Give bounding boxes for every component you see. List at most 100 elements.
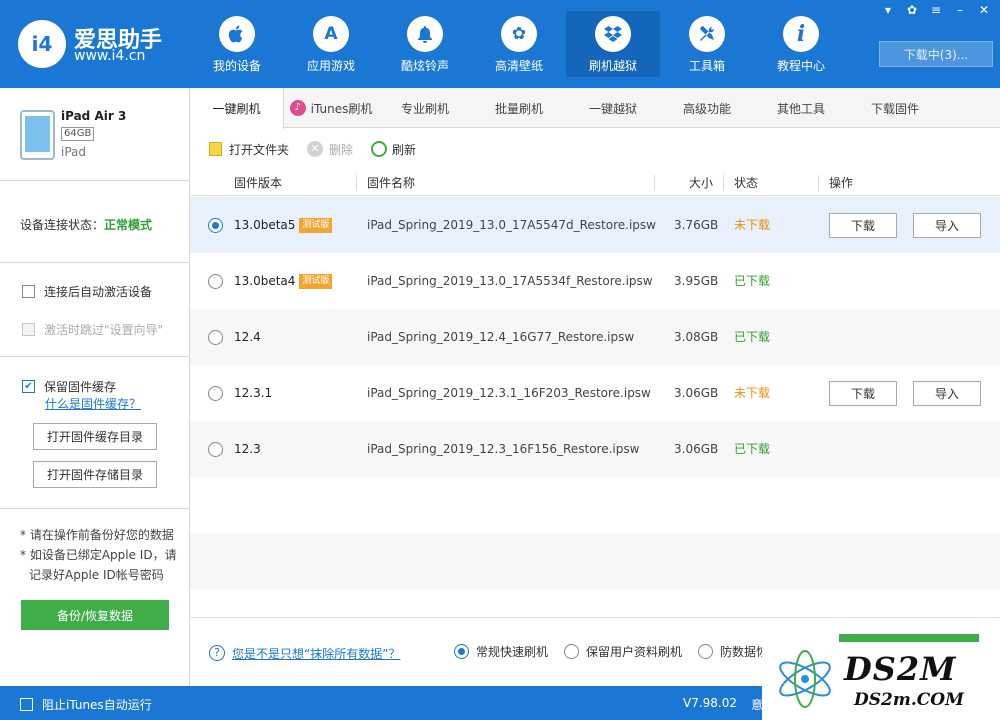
flash-tabs: 一键刷机 ♪ iTunes刷机 专业刷机 批量刷机 一键越狱 高级功能 其他工具 …: [190, 88, 1000, 129]
title-bar: i4 爱思助手 www.i4.cn 我的设备 A 应用游戏 酷炫铃声 ✿ 高清壁…: [0, 0, 1000, 88]
firmware-version: 13.0beta4: [234, 274, 296, 288]
tab-one-click-flash[interactable]: 一键刷机: [190, 88, 284, 129]
skin-icon[interactable]: ▾: [878, 2, 898, 18]
minimize-icon[interactable]: –: [950, 2, 970, 18]
flower-icon: ✿: [501, 16, 537, 52]
tab-batch-flash[interactable]: 批量刷机: [472, 88, 566, 128]
nav-tutorials[interactable]: i 教程中心: [754, 11, 848, 77]
block-itunes-checkbox[interactable]: [20, 698, 33, 711]
dropbox-icon: [595, 16, 631, 52]
nav-label: 酷炫铃声: [400, 59, 449, 73]
app-logo: i4 爱思助手 www.i4.cn: [18, 20, 178, 68]
open-folder-button[interactable]: 打开文件夹: [209, 141, 289, 158]
row-radio[interactable]: [208, 442, 223, 457]
device-capacity: 64GB: [61, 127, 95, 141]
nav-toolbox[interactable]: 工具箱: [660, 11, 754, 77]
menu-icon[interactable]: ≡: [926, 2, 946, 18]
tab-download-firmware[interactable]: 下载固件: [848, 88, 942, 128]
block-itunes-option[interactable]: 阻止iTunes自动运行: [20, 696, 152, 713]
table-row[interactable]: 13.0beta5 测试版 iPad_Spring_2019_13.0_17A55…: [190, 197, 1000, 253]
keep-cache-checkbox[interactable]: ✔: [22, 380, 35, 393]
firmware-size: 3.08GB: [674, 330, 719, 344]
toolbar: 打开文件夹 ✕ 删除 刷新: [190, 128, 1000, 170]
auto-activate-option[interactable]: 连接后自动激活设备: [22, 283, 152, 300]
mode-keep-data-flash[interactable]: 保留用户资料刷机: [564, 643, 682, 660]
header-name: 固件名称: [367, 176, 416, 190]
nav-label: 刷机越狱: [588, 59, 637, 73]
erase-all-data-link[interactable]: 您是不是只想“抹除所有数据”？: [232, 645, 400, 662]
open-storage-dir-button[interactable]: 打开固件存储目录: [33, 461, 157, 488]
import-button[interactable]: 导入: [913, 213, 981, 238]
nav-apps-games[interactable]: A 应用游戏: [284, 11, 378, 77]
what-is-cache-link[interactable]: 什么是固件缓存？: [45, 395, 141, 412]
row-radio[interactable]: [208, 330, 223, 345]
download-button[interactable]: 下载: [829, 381, 897, 406]
tab-pro-flash[interactable]: 专业刷机: [378, 88, 472, 128]
mode-radio[interactable]: [564, 644, 579, 659]
keep-cache-option[interactable]: ✔ 保留固件缓存: [22, 378, 116, 395]
download-queue-button[interactable]: 下载中(3)...: [879, 41, 993, 67]
atom-logo-icon: [779, 650, 831, 708]
firmware-version: 12.4: [234, 330, 261, 344]
site-watermark: DS2M DS2m.COM: [762, 642, 1000, 720]
window-controls: ▾ ✿ ≡ – ✕: [878, 2, 994, 18]
refresh-button[interactable]: 刷新: [371, 141, 416, 158]
header-action: 操作: [829, 176, 854, 190]
firmware-status: 已下载: [734, 274, 771, 288]
logo-icon: i4: [18, 20, 66, 68]
empty-row: [190, 533, 1000, 589]
tab-jailbreak[interactable]: 一键越狱: [566, 88, 660, 128]
table-row[interactable]: 12.3 iPad_Spring_2019_12.3_16F156_Restor…: [190, 421, 1000, 477]
firmware-name: iPad_Spring_2019_13.0_17A5547d_Restore.i…: [367, 218, 656, 232]
row-radio[interactable]: [208, 274, 223, 289]
apple-icon: [219, 16, 255, 52]
main-nav: 我的设备 A 应用游戏 酷炫铃声 ✿ 高清壁纸 刷机越狱 工具箱 i 教程中心: [190, 11, 848, 77]
bell-icon: [407, 16, 443, 52]
header-status: 状态: [734, 176, 759, 190]
skip-setup-option: 激活时跳过"设置向导": [22, 321, 163, 338]
firmware-table: 13.0beta5 测试版 iPad_Spring_2019_13.0_17A55…: [190, 197, 1000, 609]
app-url: www.i4.cn: [74, 48, 146, 64]
empty-row: [190, 477, 1000, 533]
table-row[interactable]: 13.0beta4 测试版 iPad_Spring_2019_13.0_17A55…: [190, 253, 1000, 309]
watermark-title: DS2M: [844, 650, 957, 688]
row-radio[interactable]: [208, 386, 223, 401]
tab-itunes-flash[interactable]: ♪ iTunes刷机: [284, 88, 378, 128]
settings-icon[interactable]: ✿: [902, 2, 922, 18]
mode-quick-flash[interactable]: 常规快速刷机: [454, 643, 548, 660]
firmware-status: 未下载: [734, 386, 771, 400]
nav-label: 工具箱: [688, 59, 725, 73]
firmware-name: iPad_Spring_2019_12.3_16F156_Restore.ips…: [367, 442, 640, 456]
firmware-status: 已下载: [734, 330, 771, 344]
nav-flash-jailbreak[interactable]: 刷机越狱: [566, 11, 660, 77]
nav-label: 我的设备: [212, 59, 261, 73]
header-version: 固件版本: [234, 176, 283, 190]
nav-ringtones[interactable]: 酷炫铃声: [378, 11, 472, 77]
firmware-name: iPad_Spring_2019_12.3.1_16F203_Restore.i…: [367, 386, 651, 400]
nav-label: 应用游戏: [306, 59, 355, 73]
table-row[interactable]: 12.4 iPad_Spring_2019_12.4_16G77_Restore…: [190, 309, 1000, 365]
auto-activate-checkbox[interactable]: [22, 285, 35, 298]
tab-other-tools[interactable]: 其他工具: [754, 88, 848, 128]
beta-badge: 测试版: [299, 218, 333, 233]
open-cache-dir-button[interactable]: 打开固件缓存目录: [33, 423, 157, 450]
mode-radio[interactable]: [454, 644, 469, 659]
download-button[interactable]: 下载: [829, 213, 897, 238]
ipad-icon: [20, 110, 55, 160]
firmware-version: 12.3.1: [234, 386, 273, 400]
backup-restore-button[interactable]: 备份/恢复数据: [21, 600, 169, 630]
close-icon[interactable]: ✕: [974, 2, 994, 18]
row-radio[interactable]: [208, 218, 223, 233]
table-row[interactable]: 12.3.1 iPad_Spring_2019_12.3.1_16F203_Re…: [190, 365, 1000, 421]
tip-apple-id: * 如设备已绑定Apple ID，请: [20, 548, 177, 562]
import-button[interactable]: 导入: [913, 381, 981, 406]
sidebar: iPad Air 3 64GB iPad 设备连接状态：正常模式 连接后自动激活…: [0, 88, 190, 686]
beta-badge: 测试版: [299, 274, 333, 289]
tools-icon: [689, 16, 725, 52]
nav-my-device[interactable]: 我的设备: [190, 11, 284, 77]
device-type: iPad: [61, 145, 87, 159]
mode-radio[interactable]: [698, 644, 713, 659]
main-panel: 一键刷机 ♪ iTunes刷机 专业刷机 批量刷机 一键越狱 高级功能 其他工具 …: [190, 88, 1000, 686]
tab-advanced[interactable]: 高级功能: [660, 88, 754, 128]
nav-wallpapers[interactable]: ✿ 高清壁纸: [472, 11, 566, 77]
